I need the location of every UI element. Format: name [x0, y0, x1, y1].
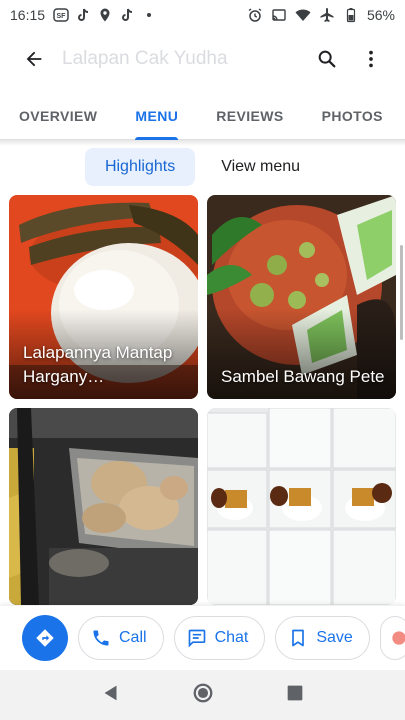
boxed-meals-photo	[207, 408, 396, 605]
menu-photo-card[interactable]: Sambel Bawang Pete	[207, 195, 396, 399]
directions-icon	[36, 629, 54, 647]
share-icon	[392, 631, 405, 645]
nav-recents-button[interactable]	[284, 682, 306, 709]
alarm-icon	[247, 7, 263, 23]
menu-segment-chips: Highlights View menu	[0, 148, 405, 188]
wifi-icon	[295, 7, 311, 23]
nav-back-icon	[104, 685, 116, 700]
status-bar: 16:15 SF 56%	[0, 0, 405, 30]
tab-reviews[interactable]: REVIEWS	[197, 92, 302, 140]
tiktok-icon	[75, 7, 91, 23]
menu-photo-card[interactable]	[207, 408, 396, 605]
system-icons: 56%	[247, 7, 395, 23]
battery-percentage: 56%	[366, 7, 395, 23]
back-arrow-icon	[26, 51, 42, 67]
tab-overview[interactable]: OVERVIEW	[0, 92, 116, 140]
nav-home-button[interactable]	[192, 682, 214, 709]
fried-chicken-display-photo	[9, 408, 198, 605]
search-button[interactable]	[305, 37, 349, 81]
chip-view-menu[interactable]: View menu	[201, 148, 320, 186]
photo-caption: Sambel Bawang Pete	[221, 367, 385, 386]
more-vert-icon	[369, 50, 373, 68]
back-button[interactable]	[12, 37, 56, 81]
page-title: Lalapan Cak Yudha	[62, 48, 228, 69]
scroll-indicator	[400, 245, 403, 340]
sf-icon: SF	[53, 7, 69, 23]
chat-icon	[188, 629, 205, 648]
chat-label: Chat	[214, 629, 249, 646]
airplane-icon	[319, 7, 335, 23]
save-label: Save	[316, 629, 353, 646]
save-button[interactable]: Save	[275, 616, 370, 660]
bookmark-icon	[292, 629, 305, 647]
chip-highlights[interactable]: Highlights	[84, 148, 196, 186]
tab-menu[interactable]: MENU	[116, 92, 197, 140]
call-label: Call	[119, 629, 147, 646]
nav-back-button[interactable]	[100, 682, 122, 709]
tab-shadow	[0, 140, 405, 146]
chat-button[interactable]: Chat	[173, 616, 266, 660]
more-options-button[interactable]	[349, 37, 393, 81]
nav-home-icon	[193, 683, 212, 702]
phone-icon	[93, 630, 109, 646]
location-icon	[97, 7, 113, 23]
share-button[interactable]	[379, 616, 405, 660]
action-bar: Call Chat Save	[0, 606, 405, 670]
screen: 16:15 SF 56% Lalapan Cak Yudha OVERVIEW …	[0, 0, 405, 720]
app-header: Lalapan Cak Yudha	[0, 30, 405, 88]
status-time: 16:15	[10, 7, 46, 23]
notification-icons: SF	[53, 7, 157, 23]
search-icon	[318, 50, 336, 68]
battery-icon	[343, 7, 359, 23]
menu-photo-card[interactable]	[9, 408, 198, 605]
nav-recents-icon	[287, 685, 302, 700]
svg-text:SF: SF	[57, 13, 67, 20]
cast-icon	[271, 7, 287, 23]
tab-photos[interactable]: PHOTOS	[303, 92, 402, 140]
dot-icon	[141, 7, 157, 23]
photo-caption: Lalapannya Mantap Hargany…	[23, 343, 173, 386]
tab-bar: OVERVIEW MENU REVIEWS PHOTOS U	[0, 92, 405, 140]
system-nav-bar	[0, 670, 405, 720]
menu-photo-card[interactable]: Lalapannya Mantap Hargany…	[9, 195, 198, 399]
menu-photo-grid: Lalapannya Mantap Hargany… Sambel Bawang…	[0, 195, 405, 605]
call-button[interactable]: Call	[78, 616, 164, 660]
directions-button[interactable]	[22, 615, 68, 661]
tiktok-icon	[119, 7, 135, 23]
